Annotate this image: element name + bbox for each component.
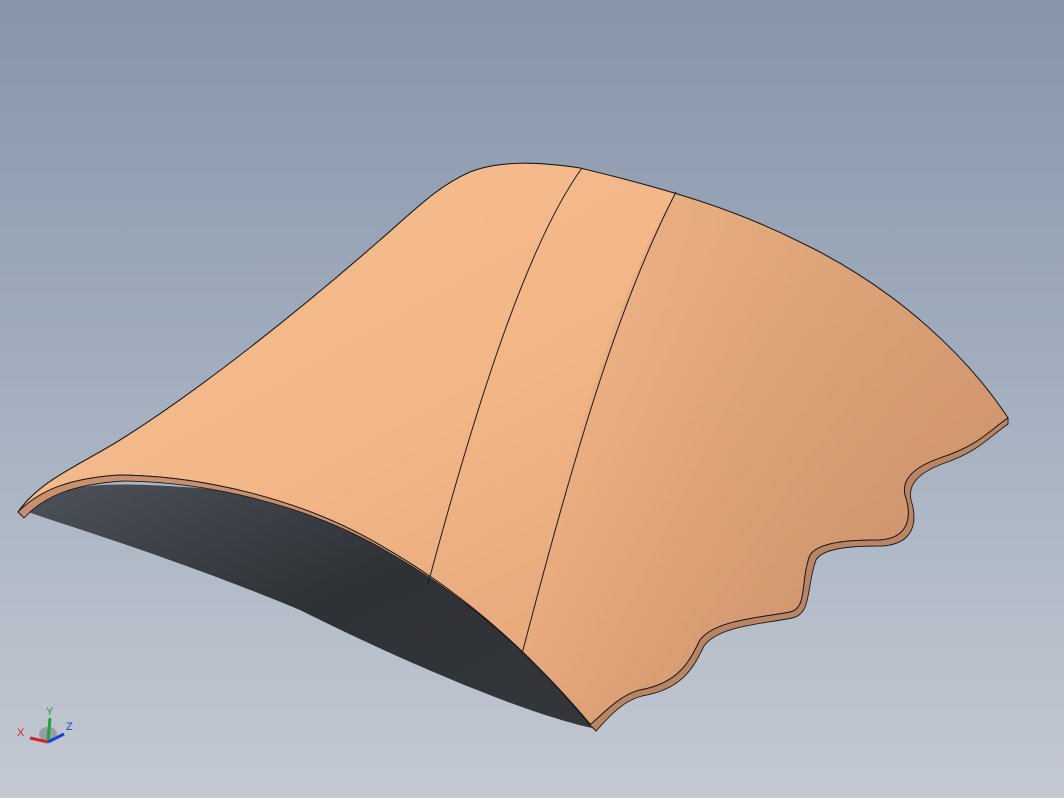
triad-y-label: Y — [46, 706, 54, 718]
3d-viewport[interactable]: X Y Z — [0, 0, 1064, 798]
triad-y-axis-icon — [46, 717, 52, 743]
triad-x-label: X — [17, 727, 25, 739]
triad-z-label: Z — [66, 721, 73, 733]
orientation-triad[interactable]: X Y Z — [14, 704, 78, 752]
part-model[interactable] — [0, 0, 1064, 798]
